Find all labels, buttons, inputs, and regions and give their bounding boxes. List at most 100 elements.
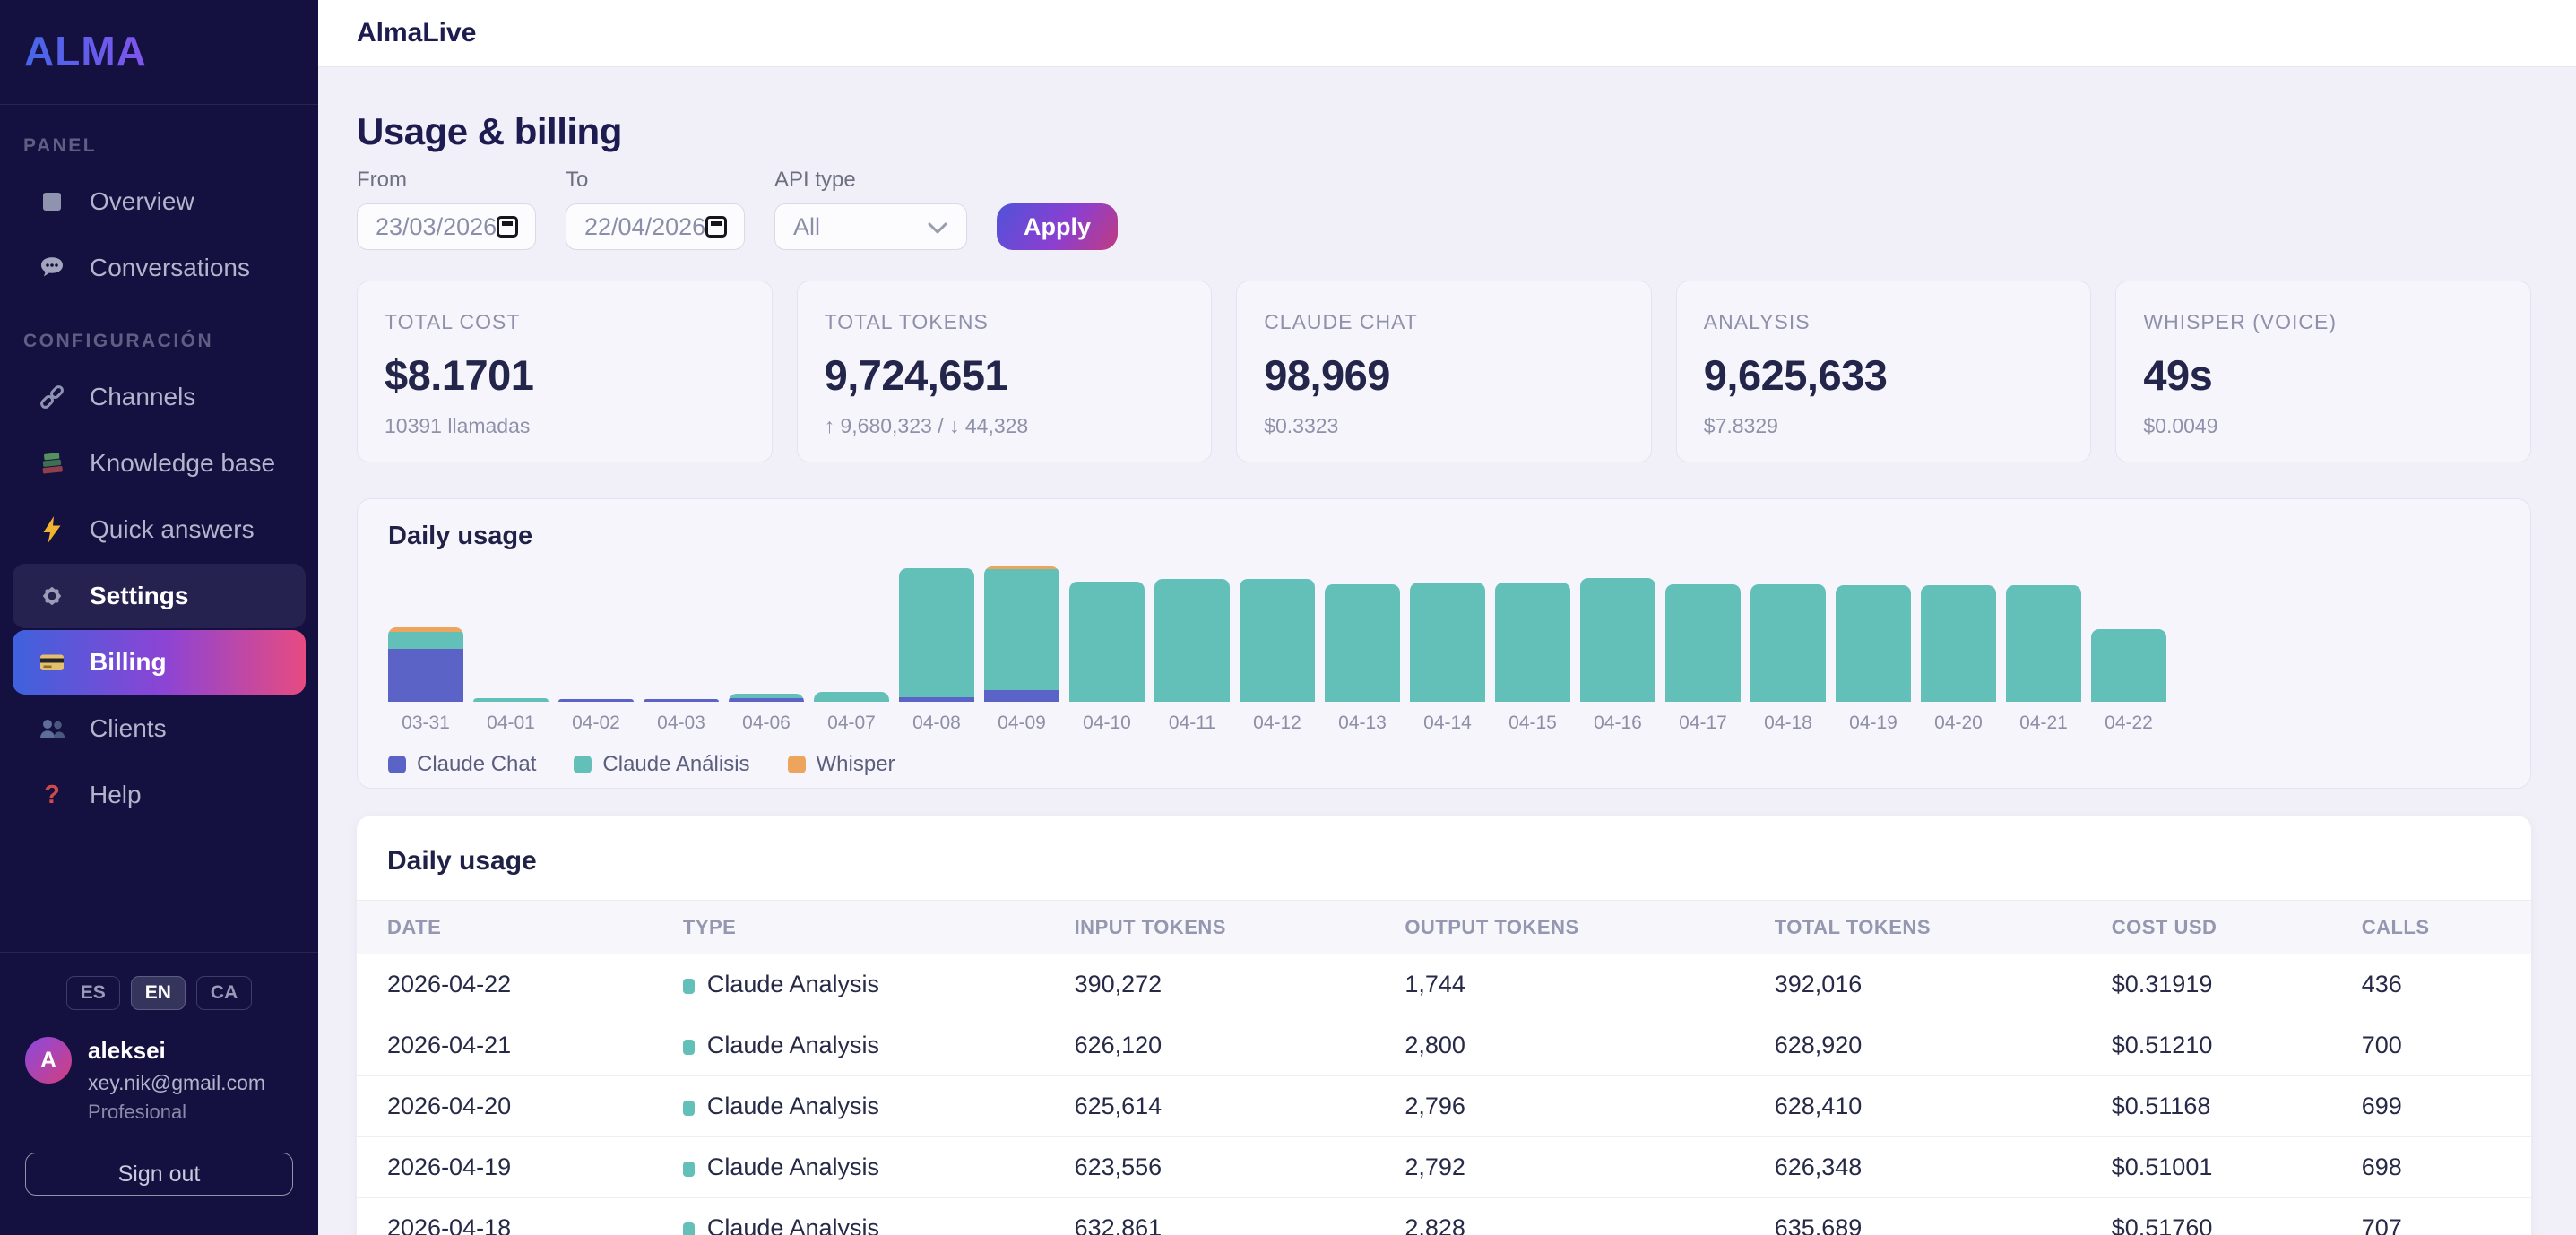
type-label: Claude Analysis — [707, 1032, 879, 1058]
total-tokens-cell: 628,410 — [1775, 1076, 2112, 1137]
sidebar-item-label: Clients — [90, 714, 167, 743]
type-color-dot — [683, 1040, 695, 1055]
bar-segment-claude-chat — [388, 649, 463, 702]
stat-sub: $0.3323 — [1264, 414, 1624, 438]
type-color-dot — [683, 1222, 695, 1235]
sidebar-item-label: Overview — [90, 187, 194, 216]
table-title: Daily usage — [357, 816, 2531, 900]
bar-segment-claude-an-lisis — [1154, 579, 1230, 702]
bar-04-18 — [1750, 584, 1826, 702]
page-content: Usage & billing From 23/03/2026 To 22/04… — [318, 67, 2576, 1235]
sidebar-item-channels[interactable]: Channels — [13, 365, 306, 429]
x-axis-label: 04-15 — [1495, 712, 1570, 734]
stat-sub: $0.0049 — [2143, 414, 2503, 438]
sidebar-item-help[interactable]: ?Help — [13, 763, 306, 827]
x-axis-label: 04-11 — [1154, 712, 1230, 734]
input-tokens-cell: 390,272 — [1075, 954, 1405, 1015]
x-axis-label: 04-18 — [1750, 712, 1826, 734]
nav-section-label-panel: PANEL — [23, 135, 295, 157]
from-date-input[interactable]: 23/03/2026 — [357, 203, 536, 250]
language-button-es[interactable]: ES — [66, 976, 120, 1010]
calendar-icon — [497, 216, 518, 238]
from-label: From — [357, 168, 536, 193]
date-cell: 2026-04-22 — [357, 954, 683, 1015]
apply-button[interactable]: Apply — [997, 203, 1118, 250]
user-card: A aleksei xey.nik@gmail.com Profesional — [25, 1037, 293, 1124]
bar-segment-claude-an-lisis — [984, 569, 1059, 690]
sidebar-item-settings[interactable]: Settings — [13, 564, 306, 628]
x-axis-label: 04-21 — [2006, 712, 2081, 734]
bar-04-08 — [899, 568, 974, 702]
cost-usd-cell: $0.51210 — [2112, 1015, 2362, 1076]
calls-cell: 698 — [2362, 1137, 2531, 1198]
to-label: To — [566, 168, 745, 193]
bar-segment-claude-chat — [729, 698, 804, 702]
user-name: aleksei — [88, 1037, 265, 1065]
stat-value: $8.1701 — [385, 350, 745, 400]
sidebar-item-clients[interactable]: Clients — [13, 696, 306, 761]
legend-label: Claude Chat — [417, 752, 536, 777]
type-cell: Claude Analysis — [683, 1015, 1075, 1076]
sidebar-footer: ES EN CA A aleksei xey.nik@gmail.com Profe… — [0, 952, 318, 1235]
language-button-ca[interactable]: CA — [196, 976, 252, 1010]
x-axis-label: 04-08 — [899, 712, 974, 734]
bar-segment-claude-an-lisis — [1665, 584, 1741, 702]
total-tokens-cell: 628,920 — [1775, 1015, 2112, 1076]
chart-title: Daily usage — [388, 521, 2500, 551]
bar-03-31 — [388, 627, 463, 702]
cost-usd-cell: $0.31919 — [2112, 954, 2362, 1015]
x-axis-label: 04-19 — [1836, 712, 1911, 734]
type-label: Claude Analysis — [707, 1092, 879, 1119]
cost-usd-cell: $0.51168 — [2112, 1076, 2362, 1137]
column-header-total-tokens: TOTAL TOKENS — [1775, 901, 2112, 954]
stat-value: 98,969 — [1264, 350, 1624, 400]
sidebar-item-knowledge-base[interactable]: Knowledge base — [13, 431, 306, 496]
calls-cell: 699 — [2362, 1076, 2531, 1137]
language-button-en[interactable]: EN — [131, 976, 186, 1010]
sign-out-button[interactable]: Sign out — [25, 1153, 293, 1196]
stat-card-total-tokens: TOTAL TOKENS9,724,651↑ 9,680,323 / ↓ 44,… — [797, 281, 1213, 462]
stat-card-whisper-voice: WHISPER (VOICE)49s$0.0049 — [2115, 281, 2531, 462]
to-date-input[interactable]: 22/04/2026 — [566, 203, 745, 250]
date-cell: 2026-04-20 — [357, 1076, 683, 1137]
total-tokens-cell: 626,348 — [1775, 1137, 2112, 1198]
bar-segment-claude-an-lisis — [473, 698, 549, 702]
input-tokens-cell: 623,556 — [1075, 1137, 1405, 1198]
sidebar-item-overview[interactable]: Overview — [13, 169, 306, 234]
overview-square-icon — [36, 186, 68, 218]
bar-segment-claude-an-lisis — [2006, 585, 2081, 702]
bar-04-03 — [644, 699, 719, 702]
x-axis-label: 04-06 — [729, 712, 804, 734]
filter-bar: From 23/03/2026 To 22/04/2026 API type A… — [357, 168, 2531, 250]
bar-04-09 — [984, 566, 1059, 702]
calls-cell: 707 — [2362, 1198, 2531, 1235]
column-header-date: DATE — [357, 901, 683, 954]
bar-04-13 — [1325, 584, 1400, 702]
legend-label: Whisper — [817, 752, 895, 777]
stat-value: 9,625,633 — [1704, 350, 2064, 400]
column-header-type: TYPE — [683, 901, 1075, 954]
sidebar-item-conversations[interactable]: Conversations — [13, 236, 306, 300]
api-type-select[interactable]: All — [774, 203, 967, 250]
output-tokens-cell: 2,792 — [1405, 1137, 1774, 1198]
app-logo: ALMA — [24, 27, 147, 75]
bar-04-22 — [2091, 629, 2166, 702]
legend-item-claude-chat: Claude Chat — [388, 752, 536, 777]
legend-swatch — [574, 756, 592, 773]
bar-04-11 — [1154, 579, 1230, 702]
output-tokens-cell: 2,800 — [1405, 1015, 1774, 1076]
app-title: AlmaLive — [357, 18, 476, 48]
sidebar-item-quick-answers[interactable]: Quick answers — [13, 497, 306, 562]
bar-04-12 — [1240, 579, 1315, 702]
x-axis-label: 04-14 — [1410, 712, 1485, 734]
language-switcher: ES EN CA — [25, 976, 293, 1010]
type-color-dot — [683, 979, 695, 994]
table-row-2026-04-18: 2026-04-18Claude Analysis632,8612,828635… — [357, 1198, 2531, 1235]
x-axis-label: 04-22 — [2091, 712, 2166, 734]
output-tokens-cell: 2,828 — [1405, 1198, 1774, 1235]
daily-usage-chart-card: Daily usage 03-3104-0104-0204-0304-0604-… — [357, 498, 2531, 789]
sidebar-item-billing[interactable]: Billing — [13, 630, 306, 695]
bar-04-14 — [1410, 583, 1485, 702]
stat-label: TOTAL COST — [385, 310, 745, 334]
input-tokens-cell: 632,861 — [1075, 1198, 1405, 1235]
